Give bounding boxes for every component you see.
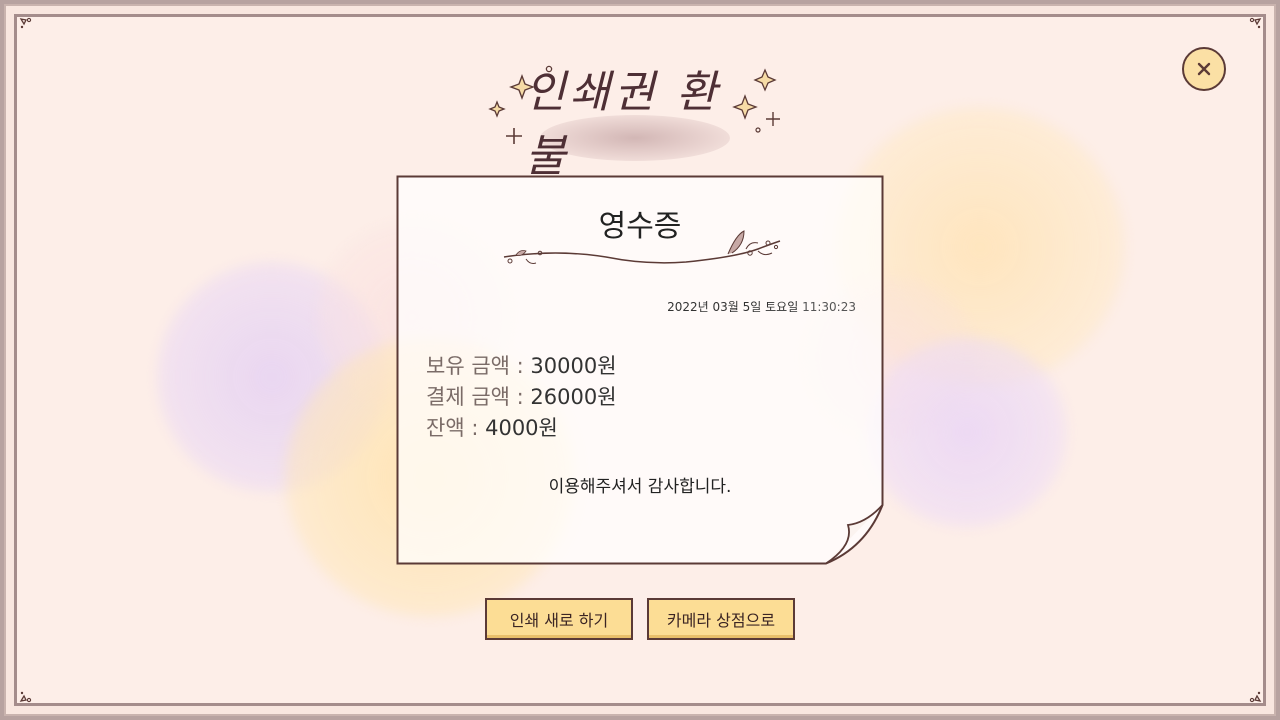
corner-ornament-icon xyxy=(18,688,34,704)
close-button[interactable] xyxy=(1182,47,1226,91)
reprint-button[interactable]: 인쇄 새로 하기 xyxy=(485,598,633,640)
close-icon xyxy=(1197,62,1211,76)
thank-you-message: 이용해주셔서 감사합니다. xyxy=(548,477,732,497)
receipt-datetime: 2022년 03월 5일 토요일 11:30:23 xyxy=(667,298,856,315)
line-separator: : xyxy=(516,354,524,378)
corner-ornament-icon xyxy=(18,16,34,32)
corner-ornament-icon xyxy=(1247,16,1263,32)
receipt-card: 영수증 2022년 03월 5일 토요일 11:30:23 보유 금액 : 30… xyxy=(396,175,884,565)
page-title: 인쇄권 환불 xyxy=(525,67,721,182)
line-separator: : xyxy=(516,385,524,409)
receipt-line-payment: 결제 금액 : 26000원 xyxy=(426,381,617,411)
camera-shop-button[interactable]: 카메라 상점으로 xyxy=(647,598,795,640)
receipt-date: 2022년 03월 5일 토요일 xyxy=(667,300,799,314)
line-value: 26000원 xyxy=(530,385,617,409)
receipt-line-remaining: 잔액 : 4000원 xyxy=(426,412,558,442)
corner-ornament-icon xyxy=(1247,688,1263,704)
line-label: 잔액 xyxy=(426,416,465,440)
receipt-time: 11:30:23 xyxy=(802,300,856,314)
decor-blob-purple-right xyxy=(867,337,1067,527)
line-value: 4000원 xyxy=(485,416,558,440)
line-label: 보유 금액 xyxy=(426,354,510,378)
vine-ornament-icon xyxy=(503,230,781,264)
line-value: 30000원 xyxy=(530,354,617,378)
line-separator: : xyxy=(471,416,479,440)
title-area: 인쇄권 환불 xyxy=(480,60,780,182)
receipt-line-balance-held: 보유 금액 : 30000원 xyxy=(426,350,617,380)
line-label: 결제 금액 xyxy=(426,385,510,409)
